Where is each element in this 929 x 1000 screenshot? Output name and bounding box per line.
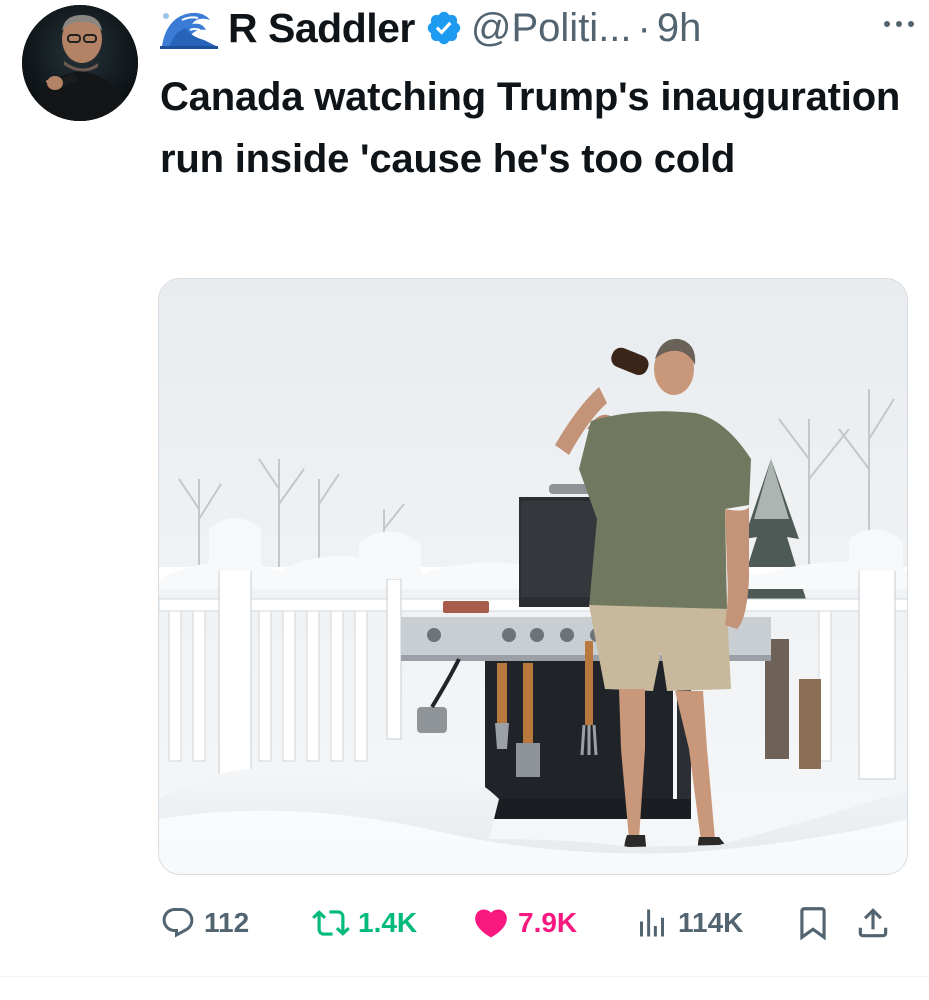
retweet-count: 1.4K (358, 907, 418, 938)
tweet-divider (0, 976, 929, 977)
retweet-button[interactable]: 1.4K (312, 900, 417, 946)
author-avatar[interactable] (22, 5, 138, 121)
tweet-header: R Saddler @Politi... · 9h (160, 2, 920, 54)
water-wave-icon (160, 12, 218, 49)
like-icon (475, 909, 507, 938)
avatar-image (22, 5, 138, 121)
tweet-timestamp[interactable]: 9h (657, 6, 702, 51)
header-separator: · (637, 5, 651, 50)
verified-badge-icon[interactable] (425, 9, 463, 47)
like-button[interactable]: 7.9K (472, 900, 577, 946)
author-handle[interactable]: @Politi... (471, 6, 632, 51)
tweet-actions-bar: 112 1.4K 7.9K 114K (160, 900, 910, 946)
author-display-name[interactable]: R Saddler (228, 5, 415, 52)
like-count: 7.9K (518, 907, 578, 938)
reply-count: 112 (204, 907, 250, 938)
share-button[interactable] (854, 900, 892, 946)
views-icon (640, 909, 664, 937)
tweet-text: Canada watching Trump's inauguration run… (160, 75, 901, 181)
retweet-icon (312, 910, 350, 936)
reply-button[interactable]: 112 (160, 900, 249, 946)
views-count: 114K (678, 907, 744, 938)
bookmark-button[interactable] (794, 900, 832, 946)
tweet-media-image[interactable] (158, 278, 908, 875)
views-button[interactable]: 114K (634, 900, 743, 946)
more-options-icon[interactable] (879, 14, 919, 34)
share-icon (858, 908, 888, 938)
snowy-deck-grill-photo (159, 279, 907, 874)
bookmark-icon (800, 907, 826, 941)
reply-icon (162, 908, 194, 938)
